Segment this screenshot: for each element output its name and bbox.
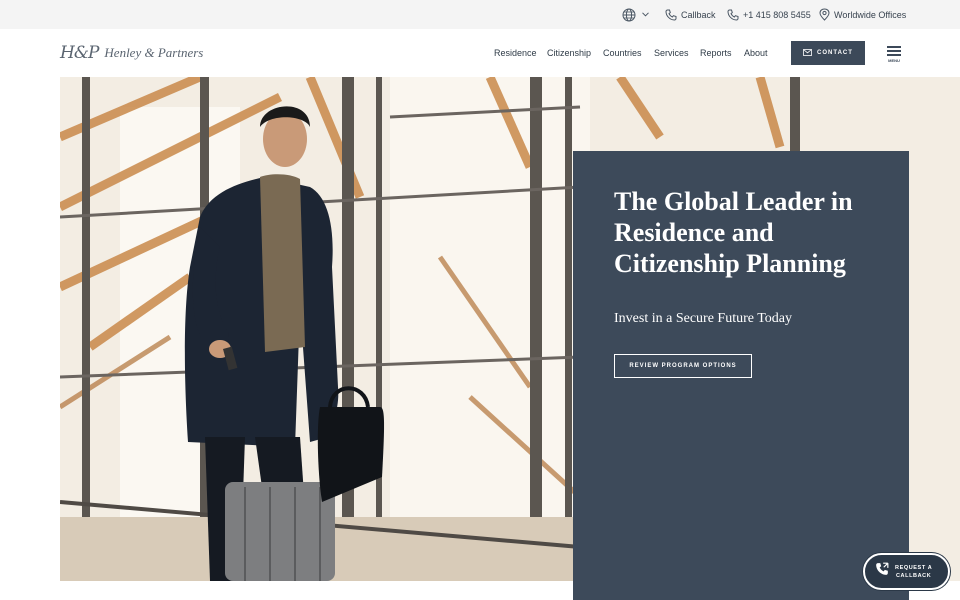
callback-label: Callback [681,9,716,20]
request-callback-button[interactable]: REQUEST A CALLBACK [863,553,950,590]
contact-label: CONTACT [817,50,853,56]
nav-reports[interactable]: Reports [700,48,732,58]
callback-link[interactable]: Callback [665,0,716,29]
nav-citizenship[interactable]: Citizenship [547,48,591,58]
chevron-down-icon [642,12,649,17]
envelope-icon [803,48,817,58]
language-selector[interactable] [622,0,649,29]
logo-mark: H&P [60,43,99,63]
phone-icon [665,9,677,21]
nav-about[interactable]: About [744,48,768,58]
review-program-options-button[interactable]: REVIEW PROGRAM OPTIONS [614,354,752,378]
utility-bar: Callback +1 415 808 5455 Worldwide Offic… [0,0,960,29]
worldwide-offices-link[interactable]: Worldwide Offices [819,0,906,29]
main-header: H&P Henley & Partners Residence Citizens… [0,29,960,77]
phone-icon [727,9,739,21]
hero-title: The Global Leader in Residence and Citiz… [614,187,853,278]
menu-label: MENU [888,58,900,63]
logo[interactable]: H&P Henley & Partners [60,43,203,63]
hero-subtitle: Invest in a Secure Future Today [614,311,792,326]
globe-icon [622,8,636,22]
callback-line1: REQUEST A [895,564,933,571]
callback-line2: CALLBACK [895,572,932,579]
nav-residence[interactable]: Residence [494,48,537,58]
hero-panel: The Global Leader in Residence and Citiz… [573,151,909,600]
phone-link[interactable]: +1 415 808 5455 [727,0,811,29]
logo-text: Henley & Partners [104,45,204,60]
contact-button[interactable]: CONTACT [791,41,865,65]
callback-text: REQUEST A CALLBACK [895,564,932,580]
nav-countries[interactable]: Countries [603,48,642,58]
menu-button[interactable]: MENU [884,46,904,64]
hamburger-icon [887,46,901,48]
offices-label: Worldwide Offices [834,9,907,20]
phone-number: +1 415 808 5455 [743,9,811,20]
location-pin-icon [819,8,830,21]
phone-callback-icon [875,562,889,581]
nav-services[interactable]: Services [654,48,689,58]
